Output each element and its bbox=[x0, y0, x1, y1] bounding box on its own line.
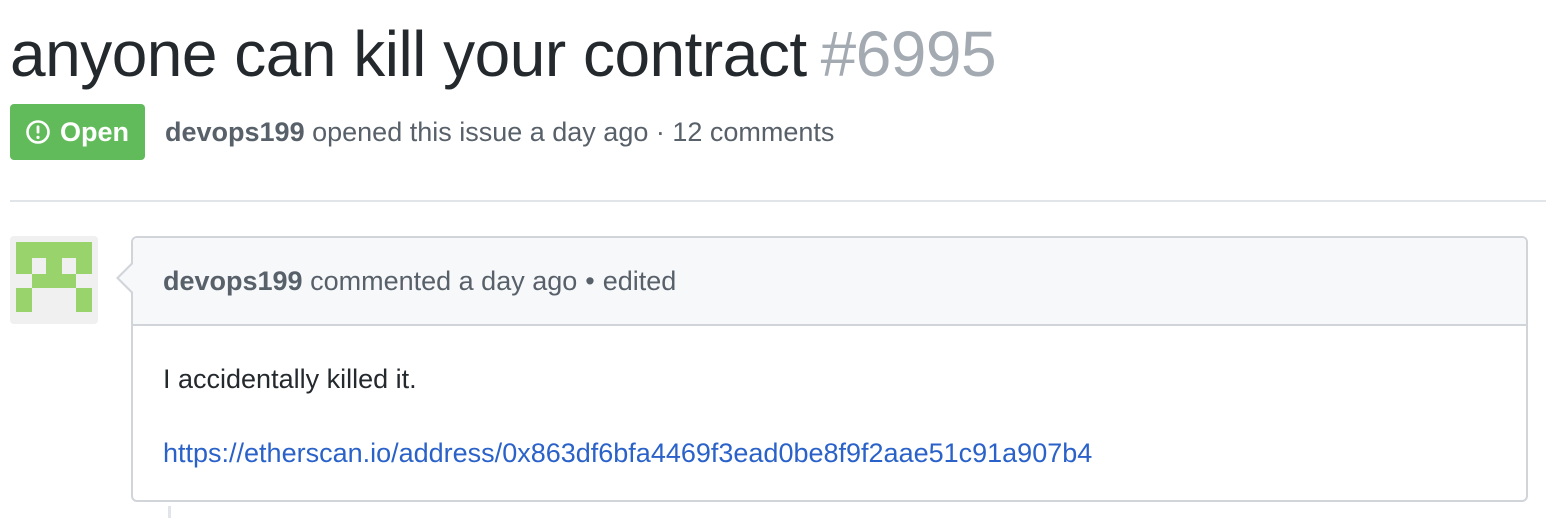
issue-meta-text: devops199 opened this issue a day ago · … bbox=[165, 117, 834, 148]
issue-title: anyone can kill your contract #6995 bbox=[10, 12, 997, 96]
comment-author-link[interactable]: devops199 bbox=[163, 266, 303, 297]
issue-state-label: Open bbox=[60, 116, 130, 147]
timeline-line bbox=[168, 506, 171, 518]
issue-meta: Open devops199 opened this issue a day a… bbox=[10, 104, 834, 160]
header-divider bbox=[10, 200, 1546, 202]
issue-state-badge: Open bbox=[10, 104, 146, 160]
issue-title-text: anyone can kill your contract bbox=[10, 18, 807, 90]
comment-pointer-fill bbox=[119, 264, 133, 292]
comment-edited-dropdown[interactable]: edited bbox=[603, 266, 677, 297]
comment-body-text: I accidentally killed it. bbox=[163, 364, 417, 394]
comment-body: I accidentally killed it. https://ethers… bbox=[133, 326, 1526, 470]
comment-timestamp[interactable]: commented a day ago bbox=[310, 266, 577, 297]
issue-author-link[interactable]: devops199 bbox=[165, 117, 305, 147]
comment-body-link[interactable]: https://etherscan.io/address/0x863df6bfa… bbox=[163, 438, 1092, 468]
avatar[interactable] bbox=[10, 236, 98, 324]
issue-opened-icon bbox=[26, 120, 50, 144]
comment-bullet: • bbox=[585, 265, 595, 296]
comment-box: devops199 commented a day ago • edited I a… bbox=[131, 236, 1528, 502]
issue-opened-text: opened this issue a day ago · 12 comment… bbox=[312, 116, 835, 147]
issue-number: #6995 bbox=[820, 18, 997, 90]
comment-header: devops199 commented a day ago • edited bbox=[133, 238, 1526, 326]
issue-page: anyone can kill your contract #6995 Open … bbox=[0, 0, 1546, 518]
identicon-image bbox=[10, 236, 98, 324]
